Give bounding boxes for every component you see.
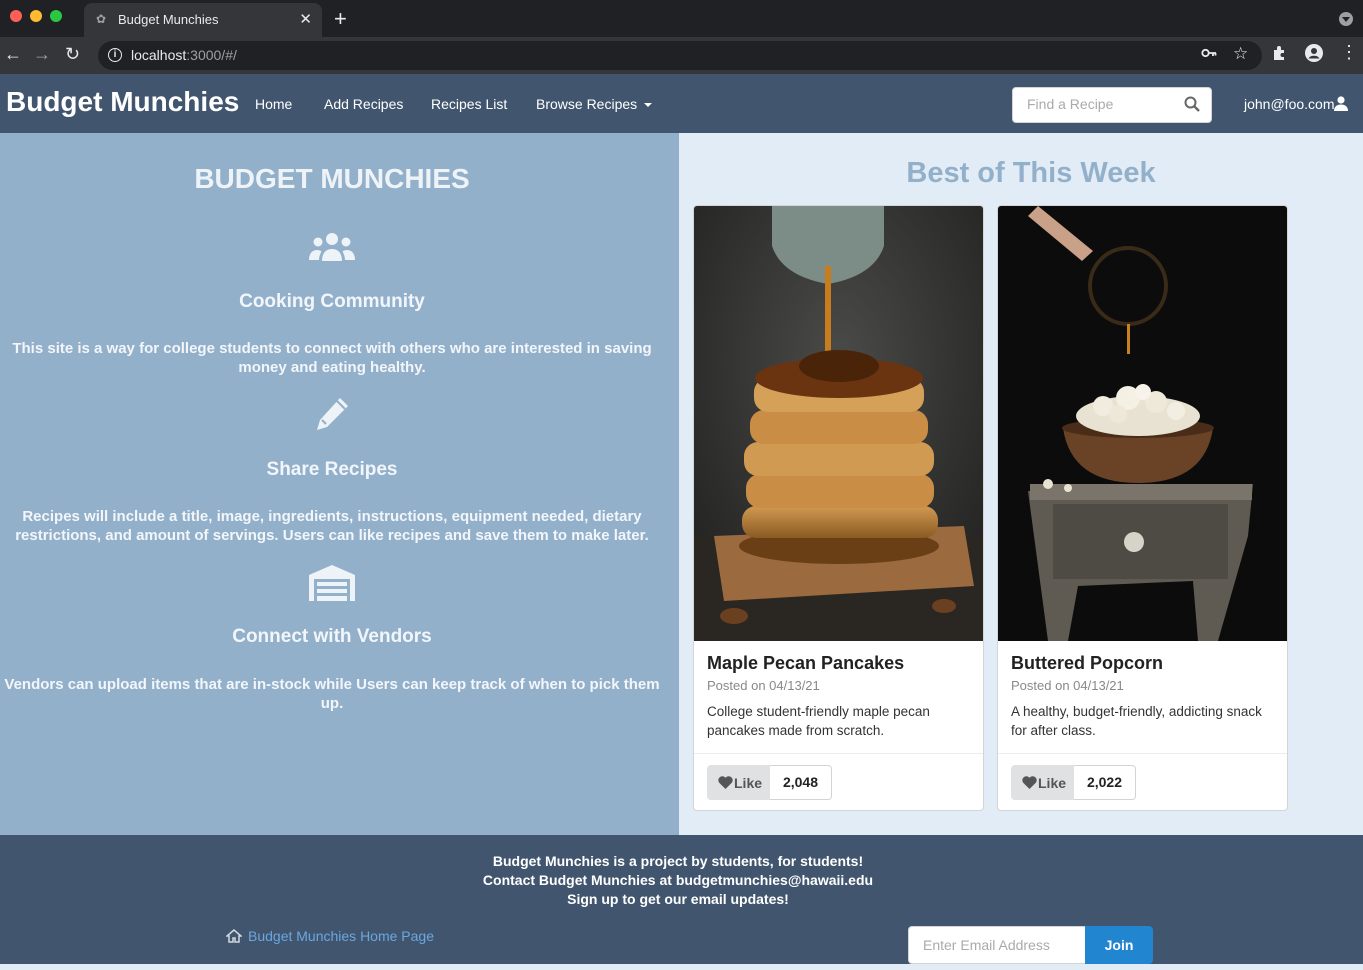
site-footer: Budget Munchies is a project by students… xyxy=(0,835,1363,964)
heart-icon xyxy=(1022,776,1037,789)
search-input[interactable] xyxy=(1027,96,1177,112)
home-icon xyxy=(226,929,242,943)
tab-close-icon[interactable]: ✕ xyxy=(299,10,312,28)
home-page-link-label: Budget Munchies Home Page xyxy=(248,928,434,944)
recipe-search[interactable] xyxy=(1012,87,1212,123)
feature-text-share: Recipes will include a title, image, ing… xyxy=(15,508,649,544)
brand-logo[interactable]: Budget Munchies xyxy=(6,86,239,118)
key-icon[interactable] xyxy=(1201,46,1217,64)
join-button[interactable]: Join xyxy=(1085,926,1153,964)
user-email: john@foo.com xyxy=(1244,96,1335,112)
tab-title: Budget Munchies xyxy=(118,12,219,27)
window-close-button[interactable] xyxy=(10,10,22,22)
nav-home[interactable]: Home xyxy=(255,96,292,112)
warehouse-icon xyxy=(0,565,664,606)
recipe-name[interactable]: Buttered Popcorn xyxy=(1011,653,1163,674)
tab-search-icon[interactable] xyxy=(1339,12,1353,26)
pencil-icon xyxy=(0,395,664,438)
user-menu[interactable]: john@foo.com xyxy=(1244,96,1348,112)
browser-tab[interactable]: ✿ Budget Munchies ✕ xyxy=(84,3,322,37)
like-label: Like xyxy=(734,775,763,791)
recipe-description: College student-friendly maple pecan pan… xyxy=(707,704,930,738)
recipe-name[interactable]: Maple Pecan Pancakes xyxy=(707,653,904,674)
window-maximize-button[interactable] xyxy=(50,10,62,22)
recipe-date: Posted on 04/13/21 xyxy=(1011,678,1124,693)
footer-signup-text: Sign up to get our email updates! xyxy=(567,891,789,907)
extensions-icon[interactable] xyxy=(1272,44,1289,66)
like-label: Like xyxy=(1038,775,1067,791)
dropdown-caret-icon[interactable] xyxy=(644,103,652,107)
new-tab-icon[interactable]: + xyxy=(334,6,347,32)
heart-icon xyxy=(718,776,733,789)
pancakes-image xyxy=(694,206,983,641)
feature-title-community: Cooking Community xyxy=(239,291,425,312)
site-info-icon[interactable]: i xyxy=(108,48,122,62)
best-of-week-section: Best of This Week Maple Pecan Pancakes P… xyxy=(679,133,1363,835)
menu-icon[interactable]: ⋮ xyxy=(1340,42,1358,63)
forward-icon[interactable]: → xyxy=(33,44,51,65)
like-button[interactable]: Like xyxy=(707,765,771,800)
recipe-card[interactable]: Buttered Popcorn Posted on 04/13/21 A he… xyxy=(997,205,1288,811)
about-title: BUDGET MUNCHIES xyxy=(194,163,470,194)
card-divider xyxy=(998,753,1287,754)
recipe-card[interactable]: Maple Pecan Pancakes Posted on 04/13/21 … xyxy=(693,205,984,811)
footer-contact: Contact Budget Munchies at budgetmunchie… xyxy=(482,872,874,888)
nav-add-recipes[interactable]: Add Recipes xyxy=(324,96,403,112)
bookmark-star-icon[interactable]: ☆ xyxy=(1233,44,1248,64)
profile-icon[interactable] xyxy=(1305,44,1323,67)
address-bar[interactable]: i localhost:3000/#/ ☆ xyxy=(98,41,1262,70)
url-text: localhost:3000/#/ xyxy=(131,47,237,63)
page-bottom-strip xyxy=(0,964,1363,970)
reload-icon[interactable]: ↻ xyxy=(65,44,80,65)
feature-title-vendors: Connect with Vendors xyxy=(232,626,432,647)
like-count: 2,048 xyxy=(770,765,832,800)
site-navbar: Budget Munchies Home Add Recipes Recipes… xyxy=(0,74,1363,133)
like-button[interactable]: Like xyxy=(1011,765,1075,800)
favicon-icon: ✿ xyxy=(96,12,107,26)
recipe-date: Posted on 04/13/21 xyxy=(707,678,820,693)
popcorn-image xyxy=(998,206,1287,641)
card-divider xyxy=(694,753,983,754)
feature-text-community: This site is a way for college students … xyxy=(12,340,652,376)
search-icon[interactable] xyxy=(1184,96,1200,112)
email-field[interactable] xyxy=(908,926,1086,964)
email-input[interactable] xyxy=(923,937,1073,953)
browser-tab-bar: ✿ Budget Munchies ✕ + xyxy=(0,0,1363,37)
about-section: BUDGET MUNCHIES Cooking Community This s… xyxy=(0,133,679,835)
feature-title-share: Share Recipes xyxy=(266,459,398,480)
back-icon[interactable]: ← xyxy=(4,44,22,65)
window-minimize-button[interactable] xyxy=(30,10,42,22)
best-of-week-title: Best of This Week xyxy=(906,157,1156,189)
nav-browse-recipes[interactable]: Browse Recipes xyxy=(536,96,637,112)
nav-recipes-list[interactable]: Recipes List xyxy=(431,96,507,112)
like-count: 2,022 xyxy=(1074,765,1136,800)
feature-text-vendors: Vendors can upload items that are in-sto… xyxy=(4,676,660,712)
footer-tagline: Budget Munchies is a project by students… xyxy=(492,853,864,869)
users-icon xyxy=(0,232,664,267)
browser-toolbar: ← → ↻ i localhost:3000/#/ ☆ ⋮ xyxy=(0,37,1363,74)
recipe-description: A healthy, budget-friendly, addicting sn… xyxy=(1011,704,1262,738)
page: Budget Munchies Home Add Recipes Recipes… xyxy=(0,74,1363,970)
user-icon xyxy=(1334,96,1348,111)
